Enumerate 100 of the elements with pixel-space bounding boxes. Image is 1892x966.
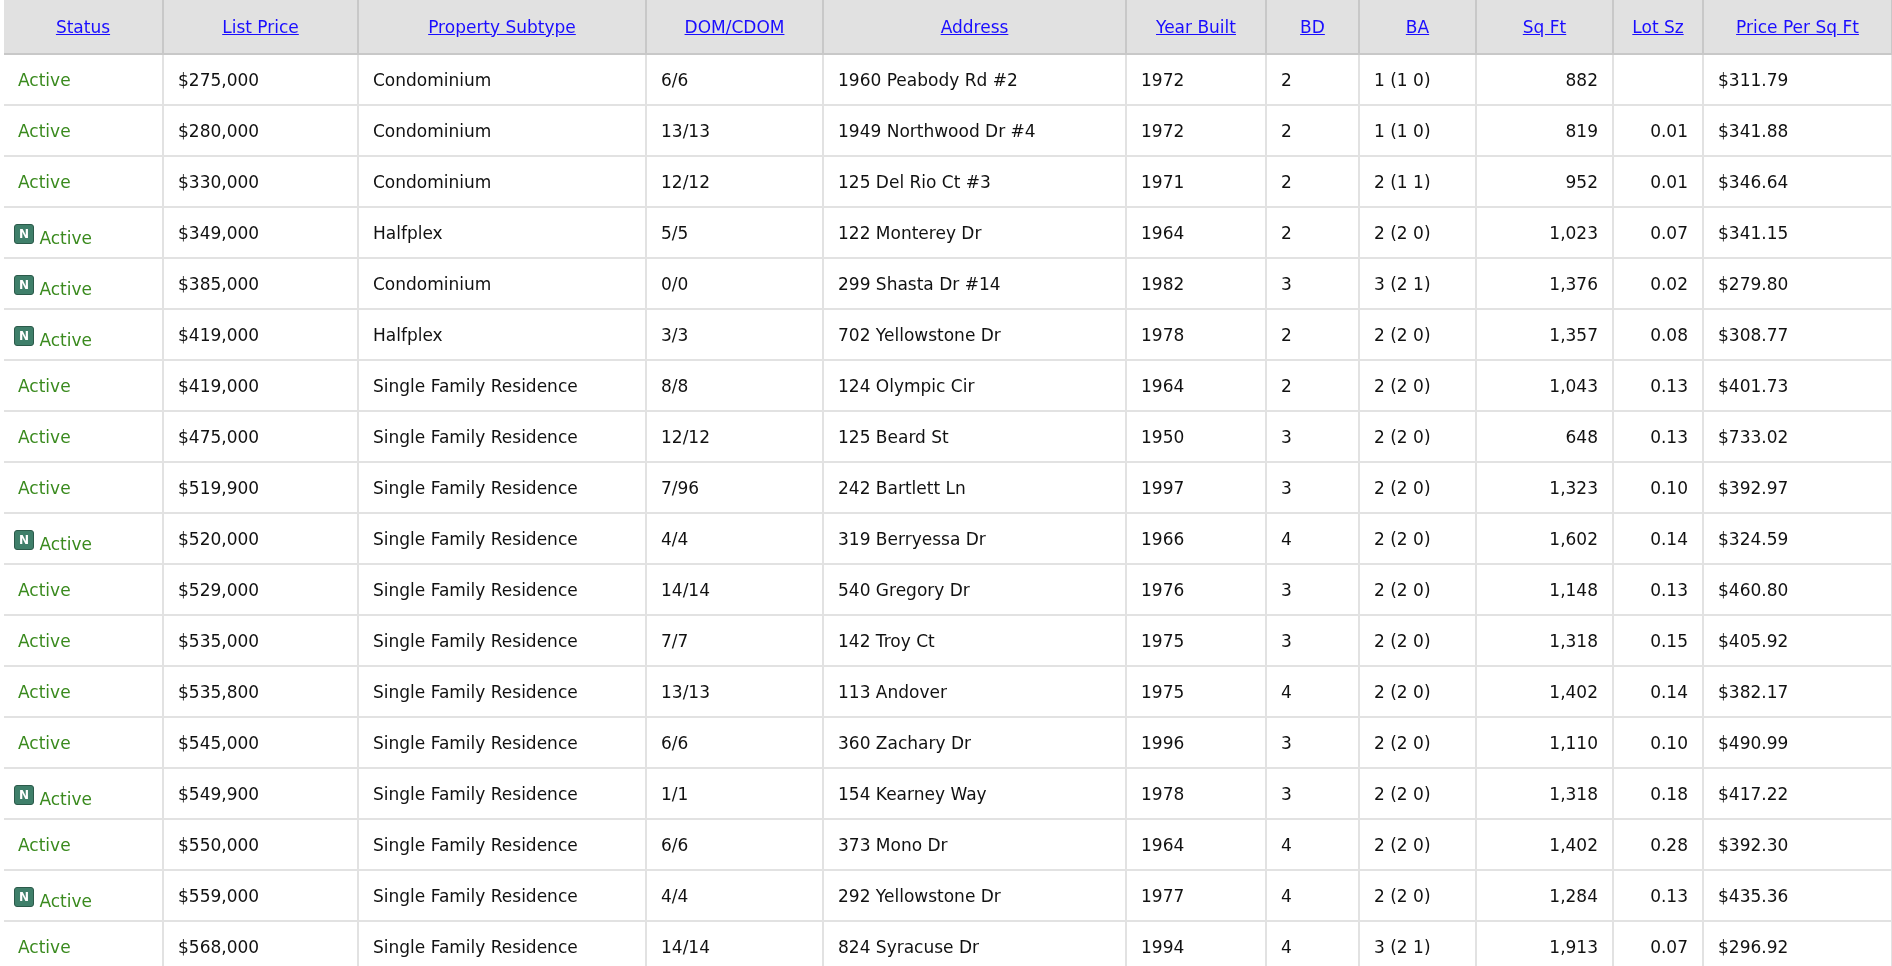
table-cell: 1 (1 0) xyxy=(1359,105,1476,156)
table-cell: 12/12 xyxy=(646,156,823,207)
table-cell: 1,318 xyxy=(1476,615,1613,666)
table-cell: 952 xyxy=(1476,156,1613,207)
sort-link[interactable]: Lot Sz xyxy=(1632,16,1684,37)
table-cell: 2 (2 0) xyxy=(1359,768,1476,819)
table-cell: 2 (2 0) xyxy=(1359,207,1476,258)
table-cell: 4 xyxy=(1266,921,1359,966)
table-cell: 0.28 xyxy=(1613,819,1703,870)
table-cell: 2 (1 1) xyxy=(1359,156,1476,207)
table-cell: Single Family Residence xyxy=(358,666,646,717)
table-cell: $324.59 xyxy=(1703,513,1892,564)
table-cell: 6/6 xyxy=(646,717,823,768)
table-cell: 0.18 xyxy=(1613,768,1703,819)
table-cell: 299 Shasta Dr #14 xyxy=(823,258,1126,309)
table-cell: 1949 Northwood Dr #4 xyxy=(823,105,1126,156)
table-cell: 360 Zachary Dr xyxy=(823,717,1126,768)
table-cell: 1997 xyxy=(1126,462,1266,513)
table-cell: 319 Berryessa Dr xyxy=(823,513,1126,564)
table-cell: Single Family Residence xyxy=(358,819,646,870)
table-cell: 1972 xyxy=(1126,105,1266,156)
table-cell: 1964 xyxy=(1126,207,1266,258)
status-text: Active xyxy=(18,375,71,396)
table-cell: 4 xyxy=(1266,819,1359,870)
table-cell: Single Family Residence xyxy=(358,615,646,666)
table-cell: 3 xyxy=(1266,615,1359,666)
table-cell: 1966 xyxy=(1126,513,1266,564)
table-cell: 1964 xyxy=(1126,819,1266,870)
table-cell: 1978 xyxy=(1126,768,1266,819)
table-cell: $435.36 xyxy=(1703,870,1892,921)
table-cell: Single Family Residence xyxy=(358,564,646,615)
table-cell: 1,913 xyxy=(1476,921,1613,966)
status-text: Active xyxy=(18,681,71,702)
status-text: Active xyxy=(39,533,92,554)
table-cell: 2 (2 0) xyxy=(1359,717,1476,768)
table-cell: 2 (2 0) xyxy=(1359,513,1476,564)
table-cell: 13/13 xyxy=(646,105,823,156)
status-text: Active xyxy=(18,834,71,855)
table-cell: $330,000 xyxy=(163,156,358,207)
table-cell: 648 xyxy=(1476,411,1613,462)
table-cell: 702 Yellowstone Dr xyxy=(823,309,1126,360)
table-cell: $490.99 xyxy=(1703,717,1892,768)
sort-link[interactable]: BD xyxy=(1300,16,1325,37)
table-cell: 124 Olympic Cir xyxy=(823,360,1126,411)
table-cell: 1,110 xyxy=(1476,717,1613,768)
table-cell: $392.97 xyxy=(1703,462,1892,513)
status-text: Active xyxy=(18,732,71,753)
table-cell: 882 xyxy=(1476,54,1613,105)
sort-link[interactable]: Property Subtype xyxy=(428,16,576,37)
table-cell: 3 xyxy=(1266,462,1359,513)
table-cell: 5/5 xyxy=(646,207,823,258)
table-cell: Halfplex xyxy=(358,309,646,360)
table-cell: 4/4 xyxy=(646,513,823,564)
table-cell: 1994 xyxy=(1126,921,1266,966)
table-cell: 0.02 xyxy=(1613,258,1703,309)
table-cell: 1 (1 0) xyxy=(1359,54,1476,105)
table-cell: 1964 xyxy=(1126,360,1266,411)
status-text: Active xyxy=(18,426,71,447)
sort-link[interactable]: Sq Ft xyxy=(1522,16,1567,37)
table-cell: 0.01 xyxy=(1613,105,1703,156)
table-cell: 4/4 xyxy=(646,870,823,921)
sort-link[interactable]: List Price xyxy=(222,16,299,37)
table-cell: $280,000 xyxy=(163,105,358,156)
table-cell: 8/8 xyxy=(646,360,823,411)
sort-link[interactable]: BA xyxy=(1405,16,1430,37)
table-cell: 2 xyxy=(1266,105,1359,156)
sort-link[interactable]: Price Per Sq Ft xyxy=(1736,16,1859,37)
sort-link[interactable]: Year Built xyxy=(1156,16,1236,37)
table-cell: 1975 xyxy=(1126,666,1266,717)
table-cell: $275,000 xyxy=(163,54,358,105)
table-cell: 3 (2 1) xyxy=(1359,921,1476,966)
table-cell: 1,043 xyxy=(1476,360,1613,411)
table-cell: 0.14 xyxy=(1613,666,1703,717)
table-cell: Single Family Residence xyxy=(358,717,646,768)
sort-link[interactable]: DOM/CDOM xyxy=(684,16,785,37)
table-cell: 0/0 xyxy=(646,258,823,309)
table-cell: 0.07 xyxy=(1613,921,1703,966)
table-cell: $535,800 xyxy=(163,666,358,717)
table-cell: 2 xyxy=(1266,207,1359,258)
table-cell: $341.15 xyxy=(1703,207,1892,258)
table-cell: $296.92 xyxy=(1703,921,1892,966)
table-cell: 0.07 xyxy=(1613,207,1703,258)
table-cell: 1,402 xyxy=(1476,819,1613,870)
new-badge: N xyxy=(14,223,34,244)
table-cell: 1975 xyxy=(1126,615,1266,666)
table-cell: 7/7 xyxy=(646,615,823,666)
table-cell: $349,000 xyxy=(163,207,358,258)
table-cell: 0.10 xyxy=(1613,717,1703,768)
table-cell: 6/6 xyxy=(646,54,823,105)
table-cell: 1,023 xyxy=(1476,207,1613,258)
sort-link[interactable]: Address xyxy=(940,16,1009,37)
table-cell: 3 xyxy=(1266,258,1359,309)
table-cell: 4 xyxy=(1266,870,1359,921)
status-text: Active xyxy=(39,890,92,911)
table-cell: $385,000 xyxy=(163,258,358,309)
table-cell: 2 (2 0) xyxy=(1359,870,1476,921)
table-cell: $279.80 xyxy=(1703,258,1892,309)
sort-link[interactable]: Status xyxy=(55,16,111,37)
status-text: Active xyxy=(39,788,92,809)
table-cell: 2 (2 0) xyxy=(1359,360,1476,411)
